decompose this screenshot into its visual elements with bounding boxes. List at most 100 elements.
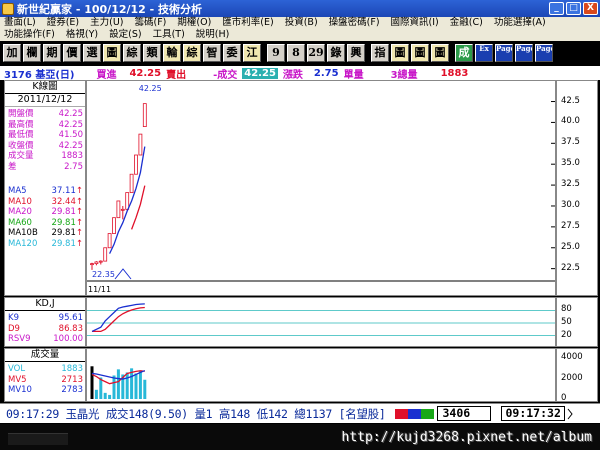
toolbar-button[interactable]: 價 <box>63 44 81 62</box>
ma10-line <box>130 185 146 230</box>
indicator-row: MA120 29.81↑ <box>5 239 85 250</box>
indicator-value-text: 42.25 <box>58 119 83 130</box>
toolbar-button[interactable]: 江 <box>243 44 261 62</box>
menu-item[interactable]: 證券(E) <box>47 17 79 29</box>
toolbar-button[interactable]: 圖 <box>391 44 409 62</box>
indicator-label: D9 <box>8 323 20 334</box>
stock-code-name[interactable]: 3176 基亞(日) <box>4 66 74 81</box>
menu-item[interactable]: 畫面(L) <box>4 17 36 29</box>
volume-bar <box>103 392 107 399</box>
toolbar-button[interactable]: 圖 <box>411 44 429 62</box>
maximize-button[interactable]: □ <box>566 2 581 15</box>
indicator-label: MA10 <box>8 196 32 207</box>
toolbar-button[interactable]: 圖 <box>103 44 121 62</box>
indicator-row: 開盤價 42.25 <box>5 109 85 120</box>
toolbar-button[interactable]: 8 <box>287 44 305 62</box>
candle-body <box>129 173 134 194</box>
menu-item[interactable]: 匯市利率(E) <box>222 17 273 29</box>
indicator-value-text: 29.81 <box>51 238 76 249</box>
toolbar-button[interactable]: 選 <box>83 44 101 62</box>
indicator-row: 最高價 42.25 <box>5 120 85 131</box>
high-price-label: 42.25 <box>139 84 162 93</box>
close-button[interactable]: X <box>583 2 598 15</box>
deal-label: -成交 <box>213 69 238 81</box>
toolbar-button[interactable]: 圖 <box>431 44 449 62</box>
menu-bar: 畫面(L) 證券(E) 主力(U) 籌碼(F) 期權(O) 匯市利率(E) 投資(B) 操盤密… <box>0 17 600 41</box>
price-tick-label: 32.5 <box>561 179 580 190</box>
volume-bar <box>90 366 94 399</box>
taskbar-item <box>8 433 68 445</box>
toolbar-button[interactable]: Page <box>515 44 533 62</box>
price-chart[interactable]: 11/11 42.25 22.35 <box>86 80 556 296</box>
indicator-value-text: 29.81 <box>51 207 76 217</box>
price-axis: 42.5 40.0 37.5 35.0 32.5 30.0 27.5 25.0 22.5 <box>556 80 598 296</box>
toolbar-button[interactable]: 委 <box>223 44 241 62</box>
volume-tick-label: 4000 <box>561 352 583 363</box>
price-tick-label: 27.5 <box>561 220 580 231</box>
indicator-value: 42.25 <box>59 109 83 120</box>
indicator-value: 42.25 <box>59 120 83 131</box>
toolbar-button[interactable]: 智 <box>203 44 221 62</box>
menu-item[interactable]: 工具(T) <box>153 29 185 41</box>
indicator-row: VOL 1883 <box>5 364 85 375</box>
menu-item[interactable]: 說明(H) <box>196 29 230 41</box>
indicator-row: MA5 37.11↑ <box>5 186 85 197</box>
menu-item[interactable]: 操盤密碼(F) <box>329 17 380 29</box>
candle-body <box>90 263 94 266</box>
price-tick-label: 40.0 <box>561 116 580 127</box>
menu-item[interactable]: 金融(C) <box>450 17 483 29</box>
minimize-button[interactable]: _ <box>549 2 564 15</box>
color-indicator <box>395 408 434 419</box>
toolbar-button[interactable]: 加 <box>3 44 21 62</box>
candle-body <box>116 200 121 219</box>
ticker-quote[interactable]: 09:17:29 玉晶光 成交148(9.50) 量1 高148 低142 總1… <box>6 406 386 422</box>
indicator-value-text: 37.11 <box>51 186 76 196</box>
indicator-value: 2713 <box>61 375 83 386</box>
toolbar-button[interactable]: 綜 <box>183 44 201 62</box>
indicator-label: K9 <box>8 313 19 323</box>
menu-item[interactable]: 格視(Y) <box>66 29 98 41</box>
indicator-value-text: 2.75 <box>64 161 83 172</box>
volume-bar <box>94 389 98 399</box>
toolbar-button[interactable]: 期 <box>43 44 61 62</box>
up-arrow-icon: ↑ <box>75 217 83 228</box>
toolbar-button[interactable]: 輪 <box>163 44 181 62</box>
candle-body <box>98 260 103 263</box>
menu-item[interactable]: 主力(U) <box>90 17 123 29</box>
menu-item[interactable]: 設定(S) <box>109 29 141 41</box>
title-bar: 新世紀贏家 - 100/12/12 - 技術分析 _ □ X <box>0 0 600 17</box>
toolbar-button[interactable]: Page <box>495 44 513 62</box>
toolbar-button[interactable]: 指 <box>371 44 389 62</box>
indicator-label: MA20 <box>8 207 32 217</box>
menu-item[interactable]: 期權(O) <box>177 17 211 29</box>
toolbar-button[interactable]: 興 <box>347 44 365 62</box>
scroll-arrow-icon[interactable] <box>567 408 573 420</box>
toolbar-button[interactable]: 9 <box>267 44 285 62</box>
volume-chart[interactable] <box>86 348 556 402</box>
toolbar-button[interactable]: Page <box>535 44 553 62</box>
up-arrow-icon: ↑ <box>75 238 83 249</box>
toolbar-button[interactable]: Ex <box>475 44 493 62</box>
menu-item[interactable]: 國際資訊(I) <box>391 17 439 29</box>
up-arrow-icon: ↑ <box>75 207 83 217</box>
toolbar-button[interactable]: 29 <box>307 44 325 62</box>
menu-item[interactable]: 功能操作(F) <box>4 29 55 41</box>
indicator-value: 1883 <box>61 151 83 162</box>
change-value: 2.75 <box>313 67 339 79</box>
stock-code-input[interactable]: 3406 <box>437 406 492 421</box>
candle-body <box>134 154 138 175</box>
toolbar-button[interactable]: 成 <box>455 44 473 62</box>
menu-item[interactable]: 投資(B) <box>285 17 318 29</box>
indicator-row: 收盤價 42.25 <box>5 141 85 152</box>
kd-chart[interactable] <box>86 297 556 347</box>
toolbar-button[interactable]: 類 <box>143 44 161 62</box>
toolbar-button[interactable]: 欄 <box>23 44 41 62</box>
indicator-row: MA10B 29.81↑ <box>5 228 85 239</box>
indicator-value-text: 86.83 <box>58 323 83 334</box>
menu-item[interactable]: 功能選擇(A) <box>494 17 546 29</box>
indicator-row: MA60 29.81↑ <box>5 218 85 229</box>
menu-item[interactable]: 籌碼(F) <box>135 17 167 29</box>
toolbar-button[interactable]: 錄 <box>327 44 345 62</box>
indicator-value: 1883 <box>61 364 83 375</box>
toolbar-button[interactable]: 綜 <box>123 44 141 62</box>
